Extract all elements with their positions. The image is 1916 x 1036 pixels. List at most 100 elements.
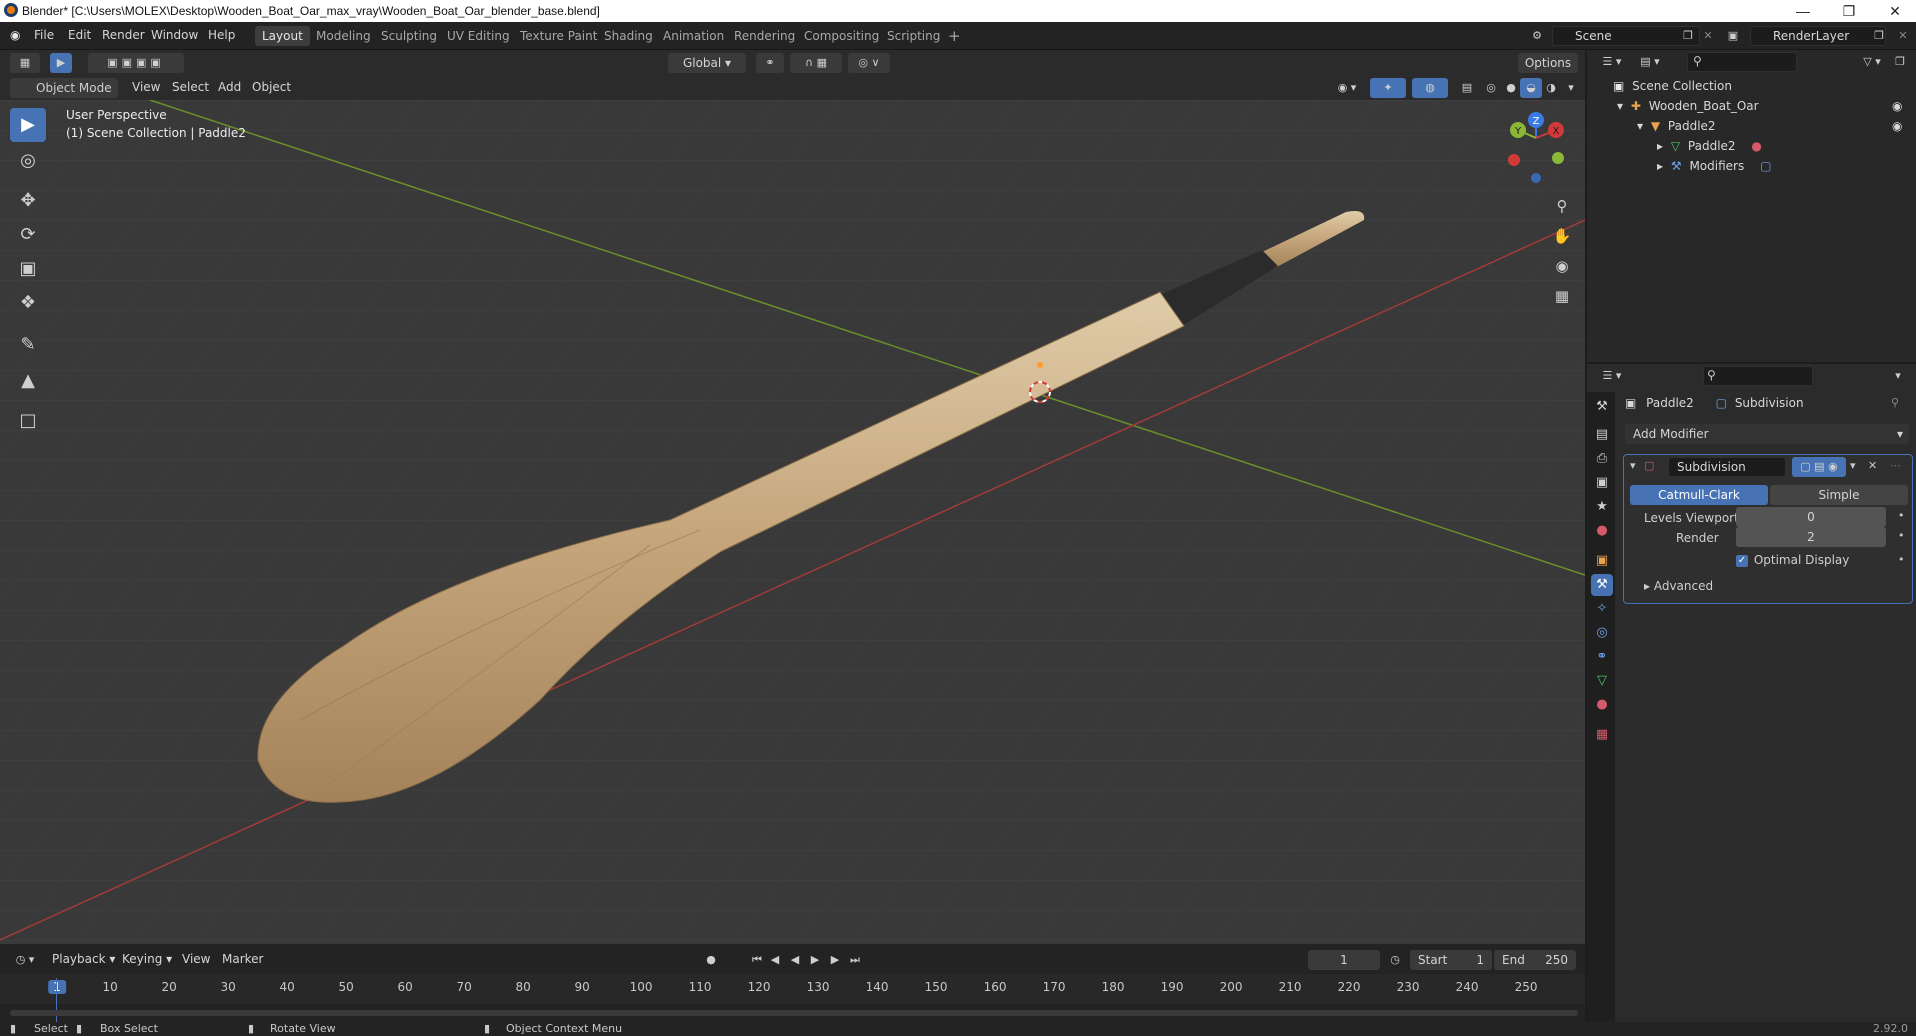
measure-tool-icon[interactable]: ▲ <box>10 364 46 398</box>
tab-animation[interactable]: Animation <box>656 26 731 46</box>
tool-tab-icon[interactable]: ⚒ <box>1591 396 1613 418</box>
expand-arrow-icon[interactable]: ▸ <box>1657 159 1663 173</box>
outliner-row-scene-collection[interactable]: ▣ Scene Collection <box>1587 76 1916 96</box>
keyframe-dot-icon[interactable]: • <box>1898 553 1905 566</box>
next-keyframe-icon[interactable]: ▶ <box>824 950 846 970</box>
display-mode-icon[interactable]: ▤ ▾ <box>1635 52 1665 72</box>
select-tool-mode-icon[interactable]: ▶ <box>50 53 72 73</box>
physics-tab-icon[interactable]: ◎ <box>1591 622 1613 644</box>
close-icon[interactable]: ✕ <box>1872 0 1916 22</box>
scene-selector-icon[interactable]: ⚙ <box>1526 26 1548 46</box>
move-tool-icon[interactable]: ✥ <box>10 184 46 218</box>
levels-viewport-field[interactable]: 0 <box>1736 507 1886 527</box>
transform-tool-icon[interactable]: ❖ <box>10 286 46 320</box>
optimal-display-checkbox[interactable]: ✓ Optimal Display <box>1736 553 1849 567</box>
menu-file[interactable]: File <box>34 28 54 42</box>
properties-options-icon[interactable]: ▾ <box>1887 366 1909 386</box>
modifier-options-icon[interactable]: ▾ <box>1850 459 1856 472</box>
simple-button[interactable]: Simple <box>1770 485 1908 505</box>
mesh-data-tab-icon[interactable]: ▽ <box>1591 670 1613 692</box>
overlay-toggle-icon[interactable]: ◍ <box>1412 78 1448 98</box>
pivot-point-icon[interactable]: ⚭ <box>756 53 784 73</box>
tab-uv-editing[interactable]: UV Editing <box>440 26 517 46</box>
add-workspace-icon[interactable]: + <box>941 26 968 46</box>
add-modifier-button[interactable]: Add Modifier ▾ <box>1625 424 1909 444</box>
solid-shading-icon[interactable]: ● <box>1500 78 1522 98</box>
select-box-tool-icon[interactable]: ▶ <box>10 108 46 142</box>
visibility-eye-icon[interactable]: ◉ <box>1892 116 1902 136</box>
keyframe-dot-icon[interactable]: • <box>1898 529 1905 542</box>
view-layer-tab-icon[interactable]: ▣ <box>1591 472 1613 494</box>
options-button[interactable]: Options <box>1518 53 1578 73</box>
outliner-row-modifiers[interactable]: ▸ ⚒ Modifiers ▢ <box>1587 156 1916 176</box>
properties-search-input[interactable] <box>1703 366 1813 386</box>
outliner-row-paddle2[interactable]: ▾ ▼ Paddle2 ◉ <box>1587 116 1916 136</box>
delete-scene-icon[interactable]: ✕ <box>1697 26 1719 46</box>
3d-viewport[interactable]: Z Y X User Perspective (1) Scene Collect… <box>0 100 1585 944</box>
annotate-tool-icon[interactable]: ✎ <box>10 328 46 362</box>
xray-toggle-icon[interactable]: ▤ <box>1456 78 1478 98</box>
new-scene-icon[interactable]: ❐ <box>1677 26 1699 46</box>
expand-arrow-icon[interactable]: ▾ <box>1637 119 1643 133</box>
catmull-clark-button[interactable]: Catmull-Clark <box>1630 485 1768 505</box>
object-tab-icon[interactable]: ▣ <box>1591 550 1613 572</box>
end-frame-field[interactable]: End 250 <box>1494 950 1576 970</box>
material-tab-icon[interactable]: ● <box>1591 694 1613 716</box>
delete-view-layer-icon[interactable]: ✕ <box>1892 26 1914 46</box>
play-icon[interactable]: ▶ <box>804 950 826 970</box>
checkbox-checked-icon[interactable]: ✓ <box>1736 554 1748 567</box>
vp-menu-select[interactable]: Select <box>172 80 209 94</box>
gizmo-toggle-icon[interactable]: ✦ <box>1370 78 1406 98</box>
expand-arrow-icon[interactable]: ▸ <box>1657 139 1663 153</box>
world-tab-icon[interactable]: ● <box>1591 520 1613 542</box>
transform-orientation-dropdown[interactable]: Global ▾ <box>668 53 746 73</box>
tab-rendering[interactable]: Rendering <box>727 26 802 46</box>
snapping-icon[interactable]: ∩ ▦ <box>790 53 842 73</box>
remove-modifier-icon[interactable]: ✕ <box>1868 459 1877 472</box>
render-levels-field[interactable]: 2 <box>1736 527 1886 547</box>
outliner-row-paddle2-mesh[interactable]: ▸ ▽ Paddle2 ● <box>1587 136 1916 156</box>
tab-compositing[interactable]: Compositing <box>797 26 886 46</box>
record-keyframe-icon[interactable]: ● <box>700 950 722 970</box>
vp-menu-view[interactable]: View <box>132 80 160 94</box>
tab-scripting[interactable]: Scripting <box>880 26 947 46</box>
play-reverse-icon[interactable]: ◀ <box>784 950 806 970</box>
visibility-filter-icon[interactable]: ◉ ▾ <box>1330 78 1364 98</box>
modifier-visibility-toggles-icon[interactable]: ▢ ▤ ◉ <box>1792 457 1846 477</box>
vp-menu-object[interactable]: Object <box>252 80 291 94</box>
timeline-editor-type-icon[interactable]: ◷ ▾ <box>10 950 40 970</box>
selection-mode-icons[interactable]: ▣▣▣▣ <box>88 53 184 73</box>
outliner-search-input[interactable] <box>1687 52 1797 72</box>
blender-menu-icon[interactable]: ◉ <box>10 28 20 42</box>
rotate-tool-icon[interactable]: ⟳ <box>10 218 46 252</box>
current-frame-field[interactable]: 1 <box>1308 950 1380 970</box>
expand-arrow-icon[interactable]: ▾ <box>1617 99 1623 113</box>
scale-tool-icon[interactable]: ▣ <box>10 252 46 286</box>
constraints-tab-icon[interactable]: ⚭ <box>1591 646 1613 668</box>
editor-type-icon[interactable]: ▦ <box>10 53 40 73</box>
timeline-menu-playback[interactable]: Playback ▾ <box>52 952 115 966</box>
tab-texture-paint[interactable]: Texture Paint <box>513 26 604 46</box>
render-tab-icon[interactable]: ▤ <box>1591 424 1613 446</box>
wireframe-shading-icon[interactable]: ◎ <box>1480 78 1502 98</box>
advanced-subpanel-header[interactable]: ▸ Advanced <box>1644 579 1713 593</box>
timeline-frame-ruler[interactable]: 1 10 20 30 40 50 60 70 80 90 100 110 120 130 140 150 160… <box>0 974 1585 1022</box>
minimize-icon[interactable]: — <box>1780 0 1826 22</box>
jump-to-end-icon[interactable]: ⏭ <box>844 950 866 970</box>
timeline-menu-view[interactable]: View <box>182 952 210 966</box>
menu-render[interactable]: Render <box>102 28 145 42</box>
timeline-menu-keying[interactable]: Keying ▾ <box>122 952 172 966</box>
output-tab-icon[interactable]: ⎙ <box>1591 448 1613 470</box>
tab-shading[interactable]: Shading <box>597 26 660 46</box>
scene-tab-icon[interactable]: ★ <box>1591 496 1613 518</box>
vp-menu-add[interactable]: Add <box>218 80 241 94</box>
start-frame-field[interactable]: Start 1 <box>1410 950 1492 970</box>
outliner-editor-type-icon[interactable]: ☰ ▾ <box>1597 52 1627 72</box>
material-preview-shading-icon[interactable]: ◒ <box>1520 78 1542 98</box>
timeline-scrollbar[interactable] <box>10 1010 1578 1016</box>
tab-sculpting[interactable]: Sculpting <box>374 26 444 46</box>
modifier-tab-icon[interactable]: ⚒ <box>1591 574 1613 596</box>
restore-icon[interactable]: ❐ <box>1826 0 1872 22</box>
filter-icon[interactable]: ▽ ▾ <box>1857 52 1887 72</box>
tab-layout[interactable]: Layout <box>255 26 310 46</box>
